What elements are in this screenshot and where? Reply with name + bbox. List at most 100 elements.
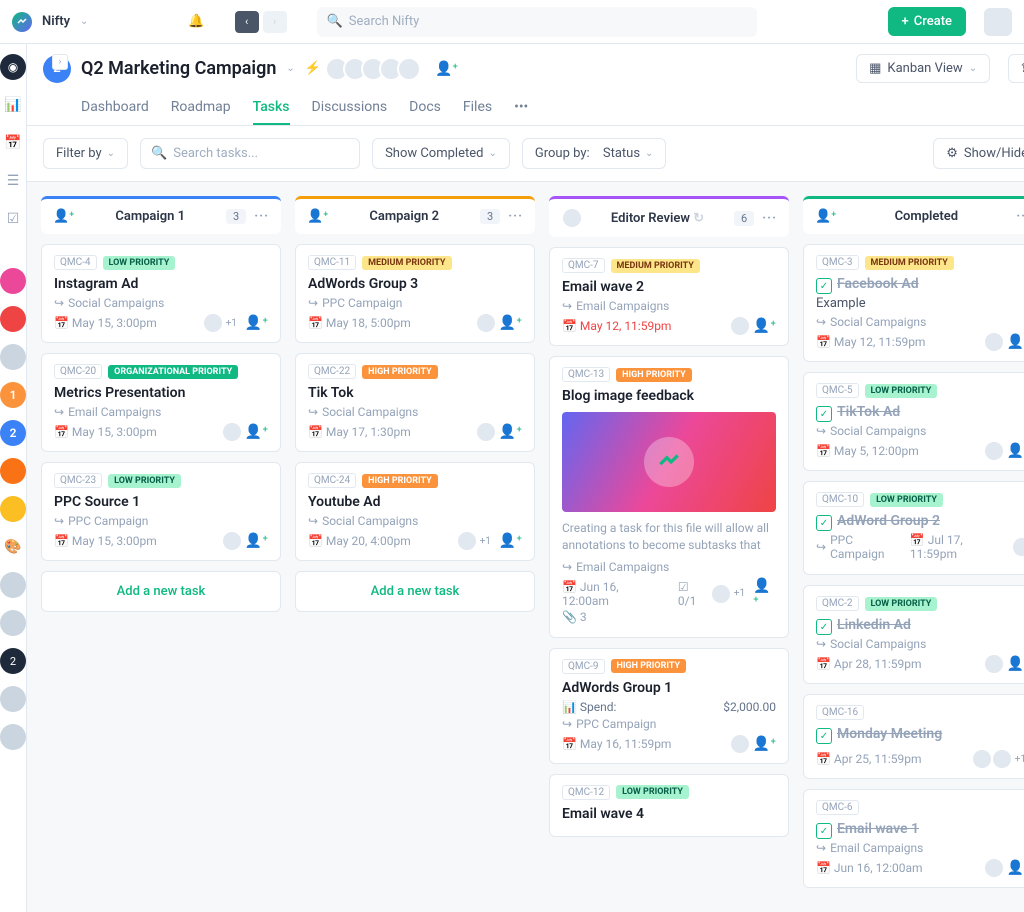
sidebar-expand-button[interactable]: › xyxy=(52,54,68,70)
create-button[interactable]: +Create xyxy=(888,7,966,36)
tab-roadmap[interactable]: Roadmap xyxy=(171,91,231,125)
bolt-icon[interactable]: ⚡ xyxy=(305,61,321,76)
assignee-avatar[interactable] xyxy=(477,423,495,441)
assignee-avatar[interactable] xyxy=(204,314,222,332)
add-assignee[interactable]: 👤⁺ xyxy=(753,578,776,610)
user-avatar-2[interactable] xyxy=(0,610,26,636)
count-badge[interactable]: 2 xyxy=(0,648,26,674)
global-search[interactable]: 🔍 Search Nifty xyxy=(317,7,757,37)
column-menu[interactable]: ··· xyxy=(1016,209,1024,224)
assignee-avatar[interactable] xyxy=(985,333,1003,351)
show-completed-button[interactable]: Show Completed⌄ xyxy=(372,138,510,169)
add-assignee[interactable]: 👤⁺ xyxy=(1007,334,1024,350)
add-assignee[interactable]: 👤⁺ xyxy=(499,424,522,440)
task-search[interactable]: 🔍Search tasks... xyxy=(140,138,360,169)
task-card[interactable]: QMC-7MEDIUM PRIORITYEmail wave 2↪Email C… xyxy=(549,247,789,346)
assign-icon[interactable]: 👤⁺ xyxy=(815,209,836,224)
nav-back-button[interactable]: ‹ xyxy=(235,11,259,33)
column-menu[interactable]: ··· xyxy=(254,209,269,224)
settings-icon: ⚙ xyxy=(946,146,958,161)
assign-icon[interactable]: 👤⁺ xyxy=(53,209,74,224)
task-card[interactable]: QMC-2LOW PRIORITY✓Linkedin Ad↪Social Cam… xyxy=(803,585,1024,684)
column-menu[interactable]: ··· xyxy=(508,209,523,224)
compass-icon[interactable]: ◉ xyxy=(0,54,26,80)
project-chevron-icon[interactable]: ⌄ xyxy=(286,63,294,74)
group-by-selector[interactable]: Group by: Status⌄ xyxy=(522,138,667,169)
project-icon-4[interactable] xyxy=(0,458,26,484)
assignee-avatar[interactable] xyxy=(985,859,1003,877)
task-card[interactable]: QMC-6✓Email wave 1↪Email Campaigns📅 Jun … xyxy=(803,789,1024,888)
brand-name[interactable]: Nifty xyxy=(42,14,70,29)
assignee-avatar[interactable] xyxy=(985,655,1003,673)
assignee-avatar[interactable] xyxy=(223,423,241,441)
tab-discussions[interactable]: Discussions xyxy=(312,91,388,125)
tab-more[interactable]: ••• xyxy=(514,91,528,125)
calendar-icon[interactable]: 📅 xyxy=(0,130,26,156)
task-card[interactable]: QMC-3MEDIUM PRIORITY✓Facebook AdExample↪… xyxy=(803,244,1024,362)
task-card[interactable]: QMC-12LOW PRIORITYEmail wave 4 xyxy=(549,774,789,837)
project-badge-1[interactable]: 1 xyxy=(0,382,26,408)
task-milestone: ↪Social Campaigns xyxy=(816,315,1024,329)
add-assignee[interactable]: 👤⁺ xyxy=(753,318,776,334)
task-card[interactable]: QMC-10LOW PRIORITY✓AdWord Group 2↪PPC Ca… xyxy=(803,481,1024,575)
task-card[interactable]: QMC-11MEDIUM PRIORITYAdWords Group 3↪PPC… xyxy=(295,244,535,343)
add-member-button[interactable]: 👤⁺ xyxy=(435,61,458,77)
assignee-avatar[interactable] xyxy=(458,532,476,550)
add-assignee[interactable]: 👤⁺ xyxy=(499,533,522,549)
project-badge-2[interactable]: 2 xyxy=(0,420,26,446)
user-avatar-3[interactable] xyxy=(0,686,26,712)
workspace-chevron-icon[interactable]: ⌄ xyxy=(80,16,88,27)
task-card[interactable]: QMC-24HIGH PRIORITYYoutube Ad↪Social Cam… xyxy=(295,462,535,561)
member-avatars[interactable] xyxy=(331,57,421,81)
project-icon-3[interactable] xyxy=(0,344,26,370)
add-assignee[interactable]: 👤⁺ xyxy=(1007,443,1024,459)
task-card[interactable]: QMC-20ORGANIZATIONAL PRIORITYMetrics Pre… xyxy=(41,353,281,452)
task-card[interactable]: QMC-4LOW PRIORITYInstagram Ad↪Social Cam… xyxy=(41,244,281,343)
user-avatar-1[interactable] xyxy=(0,572,26,598)
nav-forward-button[interactable]: › xyxy=(263,11,287,33)
show-hide-button[interactable]: ⚙Show/Hide xyxy=(933,138,1024,169)
project-icon-6[interactable]: 🎨 xyxy=(0,534,26,560)
add-assignee[interactable]: 👤⁺ xyxy=(245,315,268,331)
checklist-icon[interactable]: ☑ xyxy=(0,206,26,232)
assignee-avatar[interactable] xyxy=(223,532,241,550)
assignee-avatar[interactable] xyxy=(477,314,495,332)
add-assignee[interactable]: 👤⁺ xyxy=(753,736,776,752)
user-avatar[interactable] xyxy=(984,8,1012,36)
column-menu[interactable]: ··· xyxy=(762,211,777,226)
add-assignee[interactable]: 👤⁺ xyxy=(245,533,268,549)
add-assignee[interactable]: 👤⁺ xyxy=(245,424,268,440)
filter-button[interactable]: Filter by⌄ xyxy=(43,138,128,169)
user-avatar-4[interactable] xyxy=(0,724,26,750)
view-selector[interactable]: ▦ Kanban View ⌄ xyxy=(856,54,990,83)
tab-dashboard[interactable]: Dashboard xyxy=(81,91,149,125)
add-assignee[interactable]: 👤⁺ xyxy=(1007,656,1024,672)
add-task-button[interactable]: Add a new task xyxy=(41,571,281,612)
add-assignee[interactable]: 👤⁺ xyxy=(499,315,522,331)
add-task-button[interactable]: Add a new task xyxy=(295,571,535,612)
tab-files[interactable]: Files xyxy=(463,91,492,125)
list-icon[interactable]: ☰ xyxy=(0,168,26,194)
share-button[interactable]: ⇪ xyxy=(1008,54,1024,83)
assign-icon[interactable]: 👤⁺ xyxy=(307,209,328,224)
assignee-avatar[interactable] xyxy=(731,317,749,335)
project-icon-2[interactable] xyxy=(0,306,26,332)
task-card[interactable]: QMC-23LOW PRIORITYPPC Source 1↪PPC Campa… xyxy=(41,462,281,561)
task-milestone: ↪Email Campaigns xyxy=(562,560,776,574)
tab-docs[interactable]: Docs xyxy=(409,91,441,125)
assignee-avatar[interactable] xyxy=(731,735,749,753)
task-card[interactable]: QMC-22HIGH PRIORITYTik Tok↪Social Campai… xyxy=(295,353,535,452)
project-icon-1[interactable] xyxy=(0,268,26,294)
assignee-avatar[interactable] xyxy=(985,442,1003,460)
task-card[interactable]: QMC-13HIGH PRIORITYBlog image feedbackCr… xyxy=(549,356,789,638)
assignee-avatar[interactable] xyxy=(712,585,730,603)
analytics-icon[interactable]: 📊 xyxy=(0,92,26,118)
tab-tasks[interactable]: Tasks xyxy=(253,91,290,125)
task-card[interactable]: QMC-16✓Monday Meeting📅 Apr 25, 11:59pm+1 xyxy=(803,694,1024,779)
notification-bell-icon[interactable]: 🔔 xyxy=(188,14,204,29)
add-assignee[interactable]: 👤⁺ xyxy=(1007,860,1024,876)
project-icon-5[interactable] xyxy=(0,496,26,522)
task-card[interactable]: QMC-9HIGH PRIORITYAdWords Group 1📊 Spend… xyxy=(549,648,789,764)
project-title[interactable]: Q2 Marketing Campaign xyxy=(81,58,276,79)
task-card[interactable]: QMC-5LOW PRIORITY✓TikTok Ad↪Social Campa… xyxy=(803,372,1024,471)
